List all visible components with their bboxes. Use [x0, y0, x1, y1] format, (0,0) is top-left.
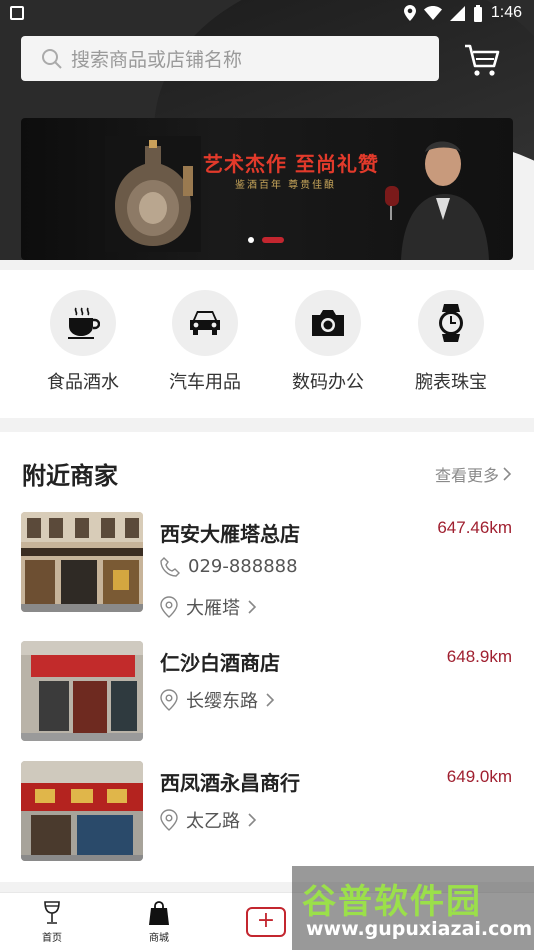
category-label: 数码办公 [292, 372, 364, 393]
watermark-url: www.gupuxiazai.com [306, 918, 533, 940]
cognac-bottle-image [105, 136, 201, 252]
nearby-merchants-panel: 附近商家 查看更多 西安大雁塔总店 647.46km 029-888888 大雁… [0, 432, 534, 882]
car-icon [190, 311, 220, 335]
tab-label: 商城 [149, 933, 169, 944]
tab-label: 首页 [42, 933, 62, 944]
signal-icon [449, 5, 465, 21]
phone-icon [160, 556, 180, 577]
location-icon [403, 5, 416, 21]
shop-address: 大雁塔 [186, 598, 240, 619]
category-label: 腕表珠宝 [415, 372, 487, 393]
shop-distance: 647.46km [437, 518, 512, 537]
cart-icon [465, 44, 500, 76]
shop-name: 西凤酒永昌商行 [160, 771, 300, 795]
search-placeholder: 搜索商品或店铺名称 [71, 49, 243, 71]
watermark-overlay: 谷普软件园 www.gupuxiazai.com [292, 866, 534, 950]
carousel-indicator [248, 237, 284, 243]
shop-photo [21, 512, 143, 612]
chevron-right-icon [248, 600, 257, 614]
shop-address-row[interactable]: 大雁塔 [160, 594, 257, 620]
location-pin-icon [160, 689, 178, 711]
shop-photo [21, 641, 143, 741]
category-grid: 食品酒水 汽车用品 数码办公 腕表珠宝 [0, 270, 534, 418]
shop-address-row[interactable]: 长缨东路 [160, 687, 275, 713]
category-icon-circle [418, 290, 484, 356]
tab-mall[interactable]: 商城 [124, 901, 194, 944]
shop-address: 长缨东路 [186, 691, 258, 712]
wifi-icon [423, 6, 442, 20]
shop-distance: 649.0km [446, 767, 512, 786]
category-icon-circle [295, 290, 361, 356]
shop-item[interactable]: 仁沙白酒商店 648.9km 长缨东路 [0, 641, 534, 751]
view-more-link[interactable]: 查看更多 [435, 462, 512, 486]
chevron-right-icon [266, 693, 275, 707]
battery-icon [473, 4, 482, 22]
shop-item[interactable]: 西凤酒永昌商行 649.0km 太乙路 [0, 761, 534, 871]
category-label: 汽车用品 [169, 372, 241, 393]
search-icon [42, 48, 62, 69]
promo-banner[interactable]: 艺术杰作 至尚礼赞 鉴酒百年 尊贵佳酿 [21, 118, 513, 260]
man-with-glass-image [385, 141, 489, 260]
status-bar: 1:46 [0, 0, 534, 28]
chevron-right-icon [248, 813, 257, 827]
shop-photo [21, 761, 143, 861]
carousel-dot-active[interactable] [262, 237, 284, 243]
shopping-bag-icon [149, 901, 169, 925]
watermark-brand: 谷普软件园 [302, 882, 482, 922]
category-label: 食品酒水 [47, 372, 119, 393]
add-button[interactable]: + [246, 907, 286, 937]
shop-phone-row[interactable]: 029-888888 [160, 556, 298, 577]
status-icons: 1:46 [403, 4, 522, 22]
cart-button[interactable] [462, 40, 502, 80]
view-more-label: 查看更多 [434, 466, 499, 485]
wine-glass-icon [44, 901, 60, 924]
shop-address-row[interactable]: 太乙路 [160, 807, 257, 833]
carousel-dot[interactable] [248, 237, 254, 243]
search-input[interactable]: 搜索商品或店铺名称 [21, 36, 439, 81]
chevron-right-icon [503, 467, 512, 481]
location-pin-icon [160, 809, 178, 831]
watch-icon [439, 304, 463, 342]
shop-name: 仁沙白酒商店 [160, 651, 280, 675]
camera-icon [312, 310, 344, 336]
location-pin-icon [160, 596, 178, 618]
tab-home[interactable]: 首页 [17, 901, 87, 944]
shop-distance: 648.9km [446, 647, 512, 666]
section-title: 附近商家 [22, 462, 118, 490]
shop-item[interactable]: 西安大雁塔总店 647.46km 029-888888 大雁塔 [0, 512, 534, 622]
shop-address: 太乙路 [186, 811, 240, 832]
category-icon-circle [50, 290, 116, 356]
banner-title: 艺术杰作 至尚礼赞 [203, 152, 379, 176]
category-car-supplies[interactable]: 汽车用品 [150, 290, 260, 394]
banner-subtitle: 鉴酒百年 尊贵佳酿 [235, 180, 337, 191]
shop-phone: 029-888888 [188, 556, 298, 577]
category-digital-office[interactable]: 数码办公 [273, 290, 383, 394]
notification-icon [10, 6, 24, 20]
shop-name: 西安大雁塔总店 [160, 522, 300, 546]
category-watches-jewelry[interactable]: 腕表珠宝 [396, 290, 506, 394]
category-food-drinks[interactable]: 食品酒水 [28, 290, 138, 394]
clock: 1:46 [490, 4, 522, 21]
category-icon-circle [172, 290, 238, 356]
coffee-cup-icon [68, 307, 100, 339]
